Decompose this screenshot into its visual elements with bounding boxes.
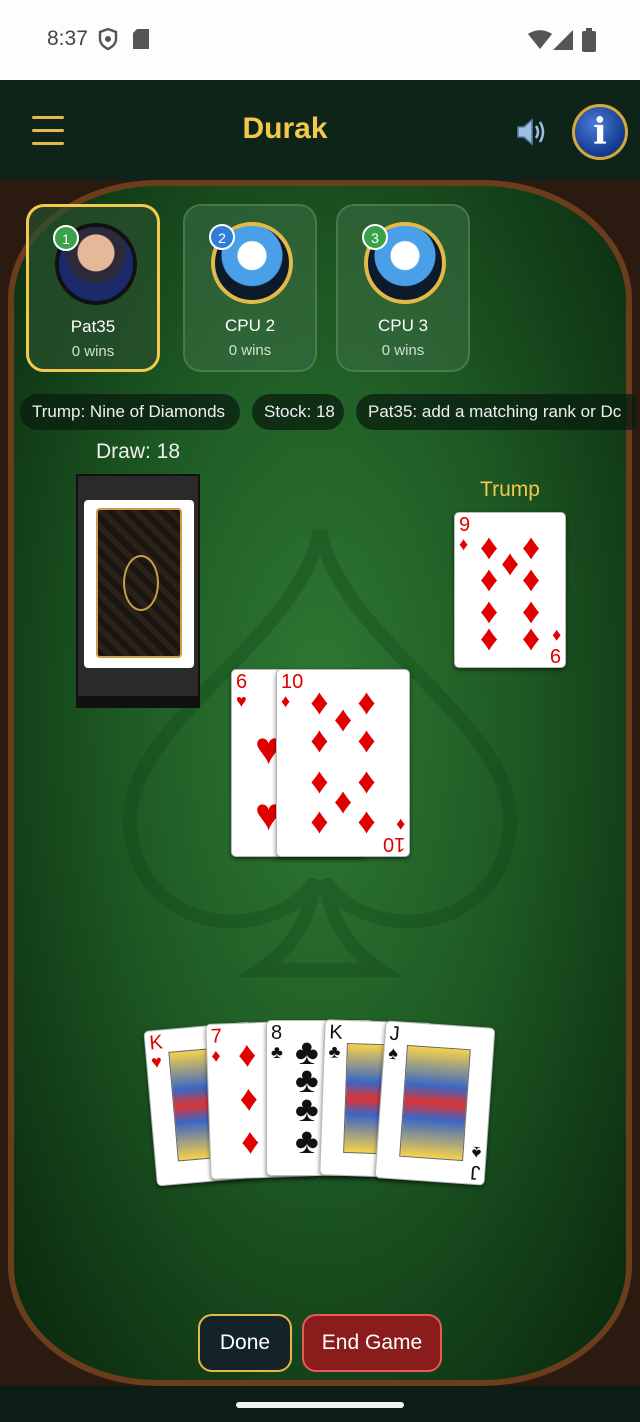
system-nav-bar: [0, 1386, 640, 1422]
player-number-badge: 2: [209, 224, 235, 250]
player-number-badge: 1: [53, 225, 79, 251]
diamond-icon: ♦: [395, 815, 405, 835]
wifi-icon: [528, 30, 552, 49]
jack-face-icon: [399, 1044, 471, 1162]
card-rank: 9: [549, 644, 561, 666]
info-icon[interactable]: i: [572, 104, 628, 160]
card-rank: 10: [281, 671, 304, 693]
diamond-icon: ♦: [281, 691, 291, 711]
card-rank: 8: [271, 1022, 283, 1044]
trump-card: 9 ♦ ♦ ♦ ♦ ♦ ♦ ♦ ♦ ♦ ♦ ♦ 9: [454, 512, 566, 668]
status-time: 8:37: [47, 27, 88, 50]
card-pips: ♦ ♦ ♦ ♦ ♦ ♦ ♦ ♦ ♦: [479, 525, 541, 658]
trump-label: Trump: [480, 478, 540, 501]
player-name: Pat35: [70, 317, 116, 336]
player-wins: 0 wins: [71, 343, 115, 360]
table-card-2[interactable]: 10 ♦ ♦ ♦ ♦ ♦ ♦ ♦ ♦ ♦ ♦ ♦ ♦ 10: [276, 669, 410, 857]
player-number-badge: 3: [362, 224, 388, 250]
status-bar: 8:37: [0, 0, 640, 80]
stock-info: Stock: 18: [252, 394, 344, 430]
card-rank: 9: [459, 514, 471, 536]
player-panel-2[interactable]: 2 CPU 2 0 wins: [183, 204, 317, 372]
info-glyph: i: [593, 111, 607, 153]
shield-icon: [98, 28, 118, 50]
card-rank: K: [328, 1021, 344, 1044]
trump-info: Trump: Nine of Diamonds: [20, 394, 240, 430]
card-back: [84, 500, 194, 668]
home-gesture-handle[interactable]: [236, 1402, 404, 1408]
diamond-icon: ♦: [211, 1045, 221, 1066]
player-name: CPU 3: [377, 316, 429, 335]
diamond-icon: ♦: [459, 534, 469, 554]
speaker-icon[interactable]: [514, 114, 550, 150]
player-wins: 0 wins: [381, 342, 425, 359]
sim-card-icon: [133, 29, 149, 49]
hand-card-5[interactable]: J ♠ ♠ J: [374, 1020, 496, 1186]
draw-count-label: Draw: 18: [95, 440, 181, 463]
spade-icon: ♠: [471, 1142, 483, 1164]
spade-icon: ♠: [387, 1042, 399, 1064]
app-title: Durak: [242, 112, 328, 145]
end-game-button[interactable]: End Game: [302, 1314, 442, 1372]
card-rank: J: [469, 1160, 482, 1184]
club-icon: ♣: [328, 1041, 341, 1062]
player-panel-3[interactable]: 3 CPU 3 0 wins: [336, 204, 470, 372]
signal-icon: [553, 30, 573, 50]
player-wins: 0 wins: [228, 342, 272, 359]
card-rank: J: [388, 1022, 401, 1046]
player-panel-1[interactable]: 1 Pat35 0 wins: [26, 204, 160, 372]
battery-icon: [582, 28, 596, 52]
card-rank: K: [148, 1031, 164, 1055]
hamburger-icon[interactable]: [32, 116, 64, 146]
card-rank: 10: [382, 833, 405, 855]
card-rank: 6: [236, 671, 248, 693]
done-button[interactable]: Done: [198, 1314, 292, 1372]
heart-icon: ♥: [236, 691, 247, 711]
status-message: Pat35: add a matching rank or Dc: [356, 394, 636, 430]
diamond-icon: ♦: [551, 626, 561, 646]
card-rank: 7: [210, 1025, 223, 1048]
draw-pile[interactable]: [76, 474, 200, 708]
heart-icon: ♥: [150, 1051, 163, 1073]
club-icon: ♣: [271, 1042, 283, 1062]
player-name: CPU 2: [224, 316, 276, 335]
